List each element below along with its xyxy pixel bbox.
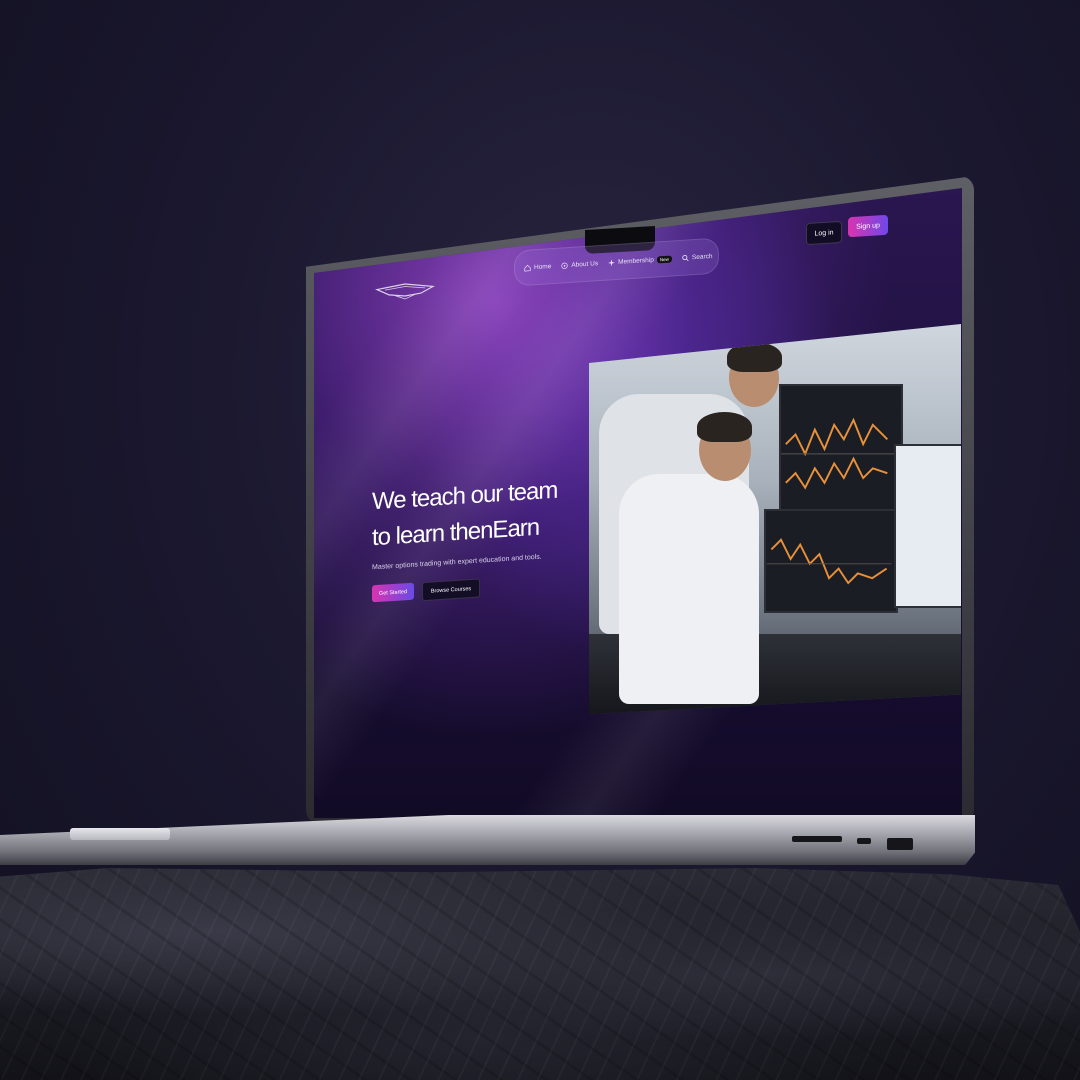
login-button[interactable]: Log in <box>806 220 842 246</box>
brand-logo[interactable] <box>375 278 435 303</box>
trading-monitor <box>894 444 961 608</box>
nav-item-search[interactable]: Search <box>682 252 713 261</box>
nav-item-label: Home <box>534 262 552 271</box>
hero-image <box>589 324 961 714</box>
new-badge: New <box>656 255 672 263</box>
person-sitting <box>619 474 759 704</box>
mockup-scene: Home About Us Membership New Search Log … <box>0 0 1080 1080</box>
home-icon <box>524 264 531 271</box>
trading-monitor <box>779 384 903 518</box>
person-hair <box>697 412 752 442</box>
nav-item-label: About Us <box>571 259 599 269</box>
sparkle-icon <box>608 258 616 266</box>
search-icon <box>682 254 689 261</box>
hero-subtitle: Master options trading with expert educa… <box>372 553 542 572</box>
usb-c-port <box>857 838 871 844</box>
hero-title: We teach our team to learn thenEarn <box>372 472 572 557</box>
nav-item-about[interactable]: About Us <box>561 260 598 269</box>
rock-pedestal <box>0 868 1080 1080</box>
get-started-button[interactable]: Get Started <box>372 582 414 603</box>
chart-graphic <box>781 417 897 490</box>
nav-item-label: Search <box>691 252 713 261</box>
hdmi-port <box>887 838 913 850</box>
nav-item-home[interactable]: Home <box>524 263 551 272</box>
trading-monitor <box>764 509 898 613</box>
laptop-opening-notch <box>70 828 170 840</box>
info-icon <box>561 262 568 269</box>
sd-card-slot <box>792 836 842 842</box>
chart-graphic <box>766 538 892 585</box>
hero-section: We teach our team to learn thenEarn Mast… <box>372 472 572 605</box>
signup-button[interactable]: Sign up <box>848 214 888 238</box>
browse-courses-button[interactable]: Browse Courses <box>422 578 480 602</box>
nav-item-label: Membership <box>618 256 654 266</box>
nav-item-membership[interactable]: Membership New <box>608 255 672 266</box>
